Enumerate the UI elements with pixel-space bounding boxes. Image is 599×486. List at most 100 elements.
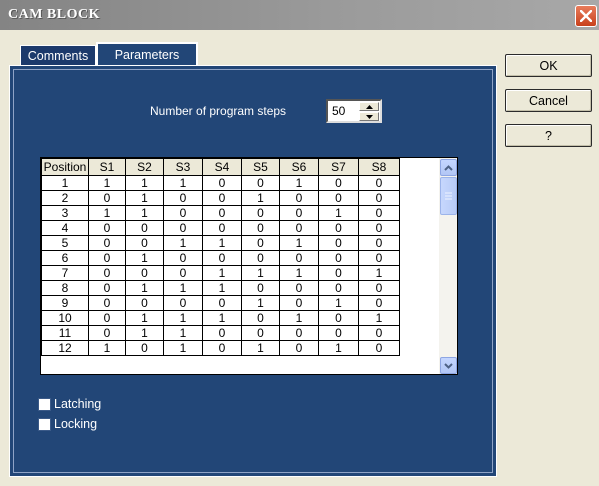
signal-cell[interactable]: 0 bbox=[358, 280, 400, 296]
signal-cell[interactable]: 0 bbox=[202, 295, 242, 311]
scroll-thumb[interactable] bbox=[440, 177, 457, 215]
signal-cell[interactable]: 1 bbox=[202, 235, 242, 251]
position-cell[interactable]: 5 bbox=[41, 235, 89, 251]
signal-cell[interactable]: 0 bbox=[125, 265, 164, 281]
close-button[interactable] bbox=[575, 5, 597, 27]
signal-cell[interactable]: 0 bbox=[88, 280, 126, 296]
signal-cell[interactable]: 1 bbox=[318, 295, 359, 311]
position-cell[interactable]: 2 bbox=[41, 190, 89, 206]
signal-cell[interactable]: 0 bbox=[125, 340, 164, 356]
signal-cell[interactable]: 1 bbox=[202, 280, 242, 296]
signal-cell[interactable]: 0 bbox=[163, 265, 203, 281]
help-button[interactable]: ? bbox=[505, 124, 592, 147]
signal-cell[interactable]: 0 bbox=[358, 190, 400, 206]
signal-cell[interactable]: 0 bbox=[88, 310, 126, 326]
signal-cell[interactable]: 1 bbox=[202, 310, 242, 326]
latching-option[interactable]: Latching bbox=[38, 397, 101, 411]
signal-cell[interactable]: 1 bbox=[125, 310, 164, 326]
signal-cell[interactable]: 0 bbox=[88, 250, 126, 266]
position-cell[interactable]: 11 bbox=[41, 325, 89, 341]
signal-cell[interactable]: 0 bbox=[241, 205, 280, 221]
signal-cell[interactable]: 1 bbox=[163, 175, 203, 191]
signal-cell[interactable]: 0 bbox=[279, 250, 319, 266]
signal-cell[interactable]: 1 bbox=[358, 310, 400, 326]
signal-cell[interactable]: 0 bbox=[202, 325, 242, 341]
signal-cell[interactable]: 1 bbox=[125, 250, 164, 266]
signal-cell[interactable]: 0 bbox=[163, 250, 203, 266]
signal-cell[interactable]: 1 bbox=[202, 265, 242, 281]
signal-cell[interactable]: 1 bbox=[88, 205, 126, 221]
signal-cell[interactable]: 0 bbox=[318, 250, 359, 266]
signal-cell[interactable]: 0 bbox=[125, 295, 164, 311]
signal-cell[interactable]: 1 bbox=[163, 310, 203, 326]
signal-cell[interactable]: 0 bbox=[318, 190, 359, 206]
signal-cell[interactable]: 0 bbox=[318, 265, 359, 281]
signal-cell[interactable]: 0 bbox=[241, 280, 280, 296]
signal-cell[interactable]: 0 bbox=[358, 325, 400, 341]
signal-cell[interactable]: 0 bbox=[279, 280, 319, 296]
signal-cell[interactable]: 0 bbox=[318, 235, 359, 251]
signal-cell[interactable]: 0 bbox=[358, 340, 400, 356]
signal-cell[interactable]: 0 bbox=[163, 220, 203, 236]
signal-cell[interactable]: 1 bbox=[318, 340, 359, 356]
ok-button[interactable]: OK bbox=[505, 54, 592, 77]
signal-cell[interactable]: 0 bbox=[358, 175, 400, 191]
signal-cell[interactable]: 0 bbox=[279, 325, 319, 341]
signal-cell[interactable]: 1 bbox=[163, 235, 203, 251]
signal-cell[interactable]: 1 bbox=[88, 175, 126, 191]
signal-cell[interactable]: 0 bbox=[202, 220, 242, 236]
signal-cell[interactable]: 0 bbox=[279, 220, 319, 236]
signal-cell[interactable]: 1 bbox=[279, 265, 319, 281]
position-cell[interactable]: 10 bbox=[41, 310, 89, 326]
cam-grid[interactable]: Position S1 S2 S3 S4 S5 S6 S7 S8 1111001… bbox=[40, 157, 458, 375]
signal-cell[interactable]: 0 bbox=[279, 295, 319, 311]
signal-cell[interactable]: 1 bbox=[358, 265, 400, 281]
signal-cell[interactable]: 0 bbox=[279, 205, 319, 221]
signal-cell[interactable]: 0 bbox=[88, 265, 126, 281]
position-cell[interactable]: 8 bbox=[41, 280, 89, 296]
signal-cell[interactable]: 0 bbox=[358, 220, 400, 236]
position-cell[interactable]: 3 bbox=[41, 205, 89, 221]
signal-cell[interactable]: 0 bbox=[241, 310, 280, 326]
position-cell[interactable]: 1 bbox=[41, 175, 89, 191]
signal-cell[interactable]: 0 bbox=[241, 220, 280, 236]
signal-cell[interactable]: 1 bbox=[88, 340, 126, 356]
signal-cell[interactable]: 0 bbox=[318, 310, 359, 326]
signal-cell[interactable]: 1 bbox=[125, 190, 164, 206]
signal-cell[interactable]: 0 bbox=[318, 220, 359, 236]
program-steps-stepper[interactable] bbox=[326, 99, 382, 123]
signal-cell[interactable]: 1 bbox=[279, 235, 319, 251]
signal-cell[interactable]: 0 bbox=[163, 295, 203, 311]
signal-cell[interactable]: 1 bbox=[279, 310, 319, 326]
signal-cell[interactable]: 0 bbox=[163, 205, 203, 221]
signal-cell[interactable]: 1 bbox=[318, 205, 359, 221]
scroll-up-button[interactable] bbox=[440, 159, 457, 176]
signal-cell[interactable]: 0 bbox=[202, 340, 242, 356]
latching-checkbox[interactable] bbox=[38, 397, 51, 411]
scroll-down-button[interactable] bbox=[440, 357, 457, 374]
signal-cell[interactable]: 1 bbox=[241, 190, 280, 206]
tab-comments[interactable]: Comments bbox=[20, 45, 96, 66]
signal-cell[interactable]: 0 bbox=[241, 235, 280, 251]
signal-cell[interactable]: 1 bbox=[125, 325, 164, 341]
locking-option[interactable]: Locking bbox=[38, 417, 97, 431]
signal-cell[interactable]: 0 bbox=[88, 235, 126, 251]
signal-cell[interactable]: 0 bbox=[241, 325, 280, 341]
grid-vertical-scrollbar[interactable] bbox=[439, 158, 457, 374]
signal-cell[interactable]: 0 bbox=[279, 190, 319, 206]
signal-cell[interactable]: 1 bbox=[125, 205, 164, 221]
signal-cell[interactable]: 0 bbox=[279, 340, 319, 356]
signal-cell[interactable]: 0 bbox=[318, 175, 359, 191]
signal-cell[interactable]: 1 bbox=[241, 340, 280, 356]
signal-cell[interactable]: 0 bbox=[202, 175, 242, 191]
position-cell[interactable]: 4 bbox=[41, 220, 89, 236]
signal-cell[interactable]: 0 bbox=[318, 280, 359, 296]
signal-cell[interactable]: 1 bbox=[125, 280, 164, 296]
signal-cell[interactable]: 0 bbox=[125, 220, 164, 236]
position-cell[interactable]: 6 bbox=[41, 250, 89, 266]
signal-cell[interactable]: 1 bbox=[241, 265, 280, 281]
signal-cell[interactable]: 1 bbox=[279, 175, 319, 191]
signal-cell[interactable]: 0 bbox=[241, 250, 280, 266]
stepper-down-button[interactable] bbox=[359, 112, 379, 121]
cancel-button[interactable]: Cancel bbox=[505, 89, 592, 112]
